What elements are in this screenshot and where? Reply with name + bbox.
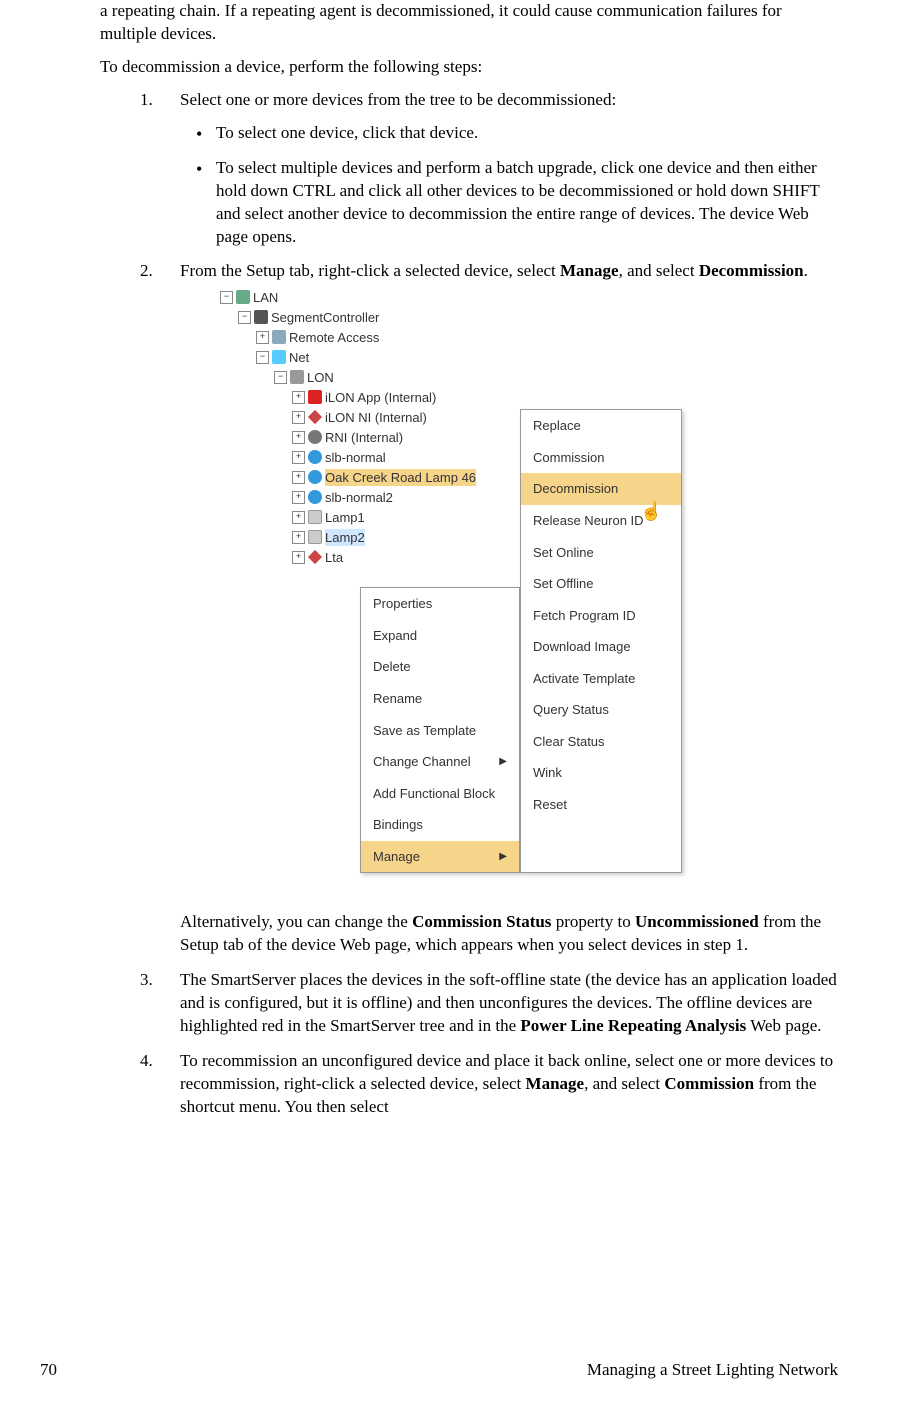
expand-icon[interactable]: + [292,551,305,564]
tree-node-net[interactable]: −Net [220,347,690,367]
page-number: 70 [40,1359,57,1382]
remote-icon [272,330,286,344]
submenu-arrow-icon: ▶ [499,850,507,864]
menu-item-commission[interactable]: Commission [521,442,681,474]
expand-icon[interactable]: + [292,531,305,544]
menu-item-download-image[interactable]: Download Image [521,631,681,663]
tree-node-lon[interactable]: −LON [220,367,690,387]
device-icon [308,430,322,444]
menu-item-delete[interactable]: Delete [361,651,519,683]
expand-icon[interactable]: + [292,471,305,484]
step-3: 3. The SmartServer places the devices in… [180,969,838,1038]
step-text: From the Setup tab, right-click a select… [180,261,808,280]
menu-item-change-channel[interactable]: Change Channel▶ [361,746,519,778]
lan-icon [236,290,250,304]
step-number: 4. [140,1050,153,1073]
step-1: 1. Select one or more devices from the t… [180,89,838,249]
alt-paragraph: Alternatively, you can change the Commis… [180,911,838,957]
controller-icon [254,310,268,324]
device-icon [308,550,322,564]
menu-item-fetch-program[interactable]: Fetch Program ID [521,600,681,632]
step-text: Select one or more devices from the tree… [180,90,616,109]
expand-icon[interactable]: + [292,431,305,444]
menu-item-replace[interactable]: Replace [521,410,681,442]
expand-icon[interactable]: + [292,411,305,424]
expand-icon[interactable]: + [292,451,305,464]
menu-item-add-fb[interactable]: Add Functional Block [361,778,519,810]
step-text: The SmartServer places the devices in th… [180,970,837,1035]
device-icon [308,410,322,424]
bullet: To select multiple devices and perform a… [216,157,838,249]
collapse-icon[interactable]: − [274,371,287,384]
menu-item-manage[interactable]: Manage▶ [361,841,519,873]
menu-item-set-online[interactable]: Set Online [521,537,681,569]
menu-item-release-neuron[interactable]: Release Neuron ID [521,505,681,537]
tree-node-lan[interactable]: −LAN [220,287,690,307]
menu-item-reset[interactable]: Reset [521,789,681,821]
lon-icon [290,370,304,384]
screenshot: −LAN −SegmentController +Remote Access −… [220,287,690,897]
expand-icon[interactable]: + [292,491,305,504]
menu-item-rename[interactable]: Rename [361,683,519,715]
step-number: 1. [140,89,153,112]
lamp-icon [308,530,322,544]
menu-item-query-status[interactable]: Query Status [521,694,681,726]
menu-item-expand[interactable]: Expand [361,620,519,652]
tree-node-segment[interactable]: −SegmentController [220,307,690,327]
collapse-icon[interactable]: − [256,351,269,364]
paragraph: a repeating chain. If a repeating agent … [100,0,838,46]
step-number: 2. [140,260,153,283]
menu-item-decommission[interactable]: Decommission [521,473,681,505]
menu-item-clear-status[interactable]: Clear Status [521,726,681,758]
device-icon [308,490,322,504]
submenu-arrow-icon: ▶ [499,755,507,769]
bullet: To select one device, click that device. [216,122,838,145]
collapse-icon[interactable]: − [220,291,233,304]
paragraph: To decommission a device, perform the fo… [100,56,838,79]
manage-submenu: Replace Commission Decommission Release … [520,409,682,873]
device-icon [308,470,322,484]
tree-node[interactable]: +iLON App (Internal) [220,387,690,407]
expand-icon[interactable]: + [256,331,269,344]
menu-item-save-template[interactable]: Save as Template [361,715,519,747]
menu-item-activate-template[interactable]: Activate Template [521,663,681,695]
menu-item-properties[interactable]: Properties [361,588,519,620]
collapse-icon[interactable]: − [238,311,251,324]
menu-item-wink[interactable]: Wink [521,757,681,789]
menu-item-bindings[interactable]: Bindings [361,809,519,841]
lamp-icon [308,510,322,524]
tree-node-remote[interactable]: +Remote Access [220,327,690,347]
expand-icon[interactable]: + [292,511,305,524]
step-4: 4. To recommission an unconfigured devic… [180,1050,838,1119]
context-menu: Properties Expand Delete Rename Save as … [360,587,520,873]
net-icon [272,350,286,364]
step-2: 2. From the Setup tab, right-click a sel… [180,260,838,957]
footer-title: Managing a Street Lighting Network [587,1359,838,1382]
step-number: 3. [140,969,153,992]
device-icon [308,450,322,464]
menu-item-set-offline[interactable]: Set Offline [521,568,681,600]
expand-icon[interactable]: + [292,391,305,404]
device-icon [308,390,322,404]
step-text: To recommission an unconfigured device a… [180,1051,833,1116]
